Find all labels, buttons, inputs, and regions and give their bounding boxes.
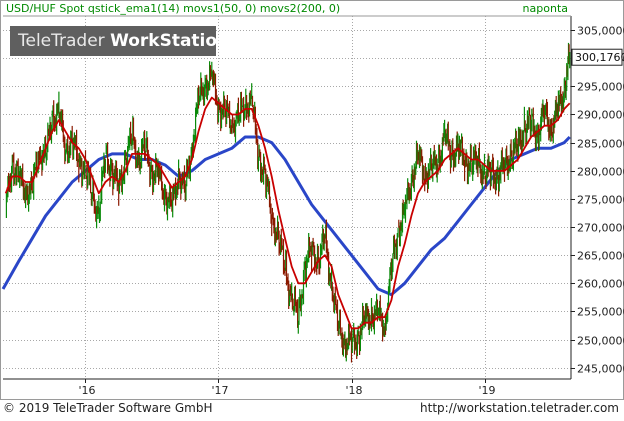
price-chart[interactable]: 305,0000300,0000295,0000290,0000285,0000…	[0, 0, 624, 417]
y-tick-label: 305,0000	[577, 25, 624, 38]
y-tick-label: 290,0000	[577, 109, 624, 122]
y-tick-label: 250,0000	[577, 335, 624, 348]
x-tick-label: '17	[212, 384, 229, 397]
last-price-label: 300,1760	[575, 51, 624, 64]
chart-legend: USD/HUF Spot qstick_ema1(14) movs1(50, 0…	[6, 2, 340, 15]
y-tick-label: 245,0000	[577, 363, 624, 376]
x-tick-label: '16	[79, 384, 96, 397]
y-tick-label: 295,0000	[577, 81, 624, 94]
y-tick-label: 255,0000	[577, 306, 624, 319]
brand-text-1: TeleTrader	[18, 31, 110, 51]
y-tick-label: 285,0000	[577, 138, 624, 151]
y-tick-label: 280,0000	[577, 166, 624, 179]
ema-line	[6, 98, 570, 329]
brand-text-2: WorkStation	[110, 31, 229, 51]
brand-logo: TeleTrader WorkStation	[10, 26, 216, 56]
grid-lines	[3, 16, 571, 379]
period-label: naponta	[523, 2, 568, 15]
x-tick-label: '18	[346, 384, 363, 397]
y-tick-label: 260,0000	[577, 278, 624, 291]
website-link[interactable]: http://workstation.teletrader.com	[420, 401, 619, 415]
copyright-text: © 2019 TeleTrader Software GmbH	[3, 401, 213, 415]
chart-window: 305,0000300,0000295,0000290,0000285,0000…	[0, 0, 624, 417]
x-tick-label: '19	[479, 384, 496, 397]
y-tick-label: 275,0000	[577, 194, 624, 207]
y-tick-label: 265,0000	[577, 250, 624, 263]
series-line-ema	[6, 98, 570, 329]
footer-bar: © 2019 TeleTrader Software GmbH http://w…	[0, 400, 624, 417]
y-tick-label: 270,0000	[577, 222, 624, 235]
